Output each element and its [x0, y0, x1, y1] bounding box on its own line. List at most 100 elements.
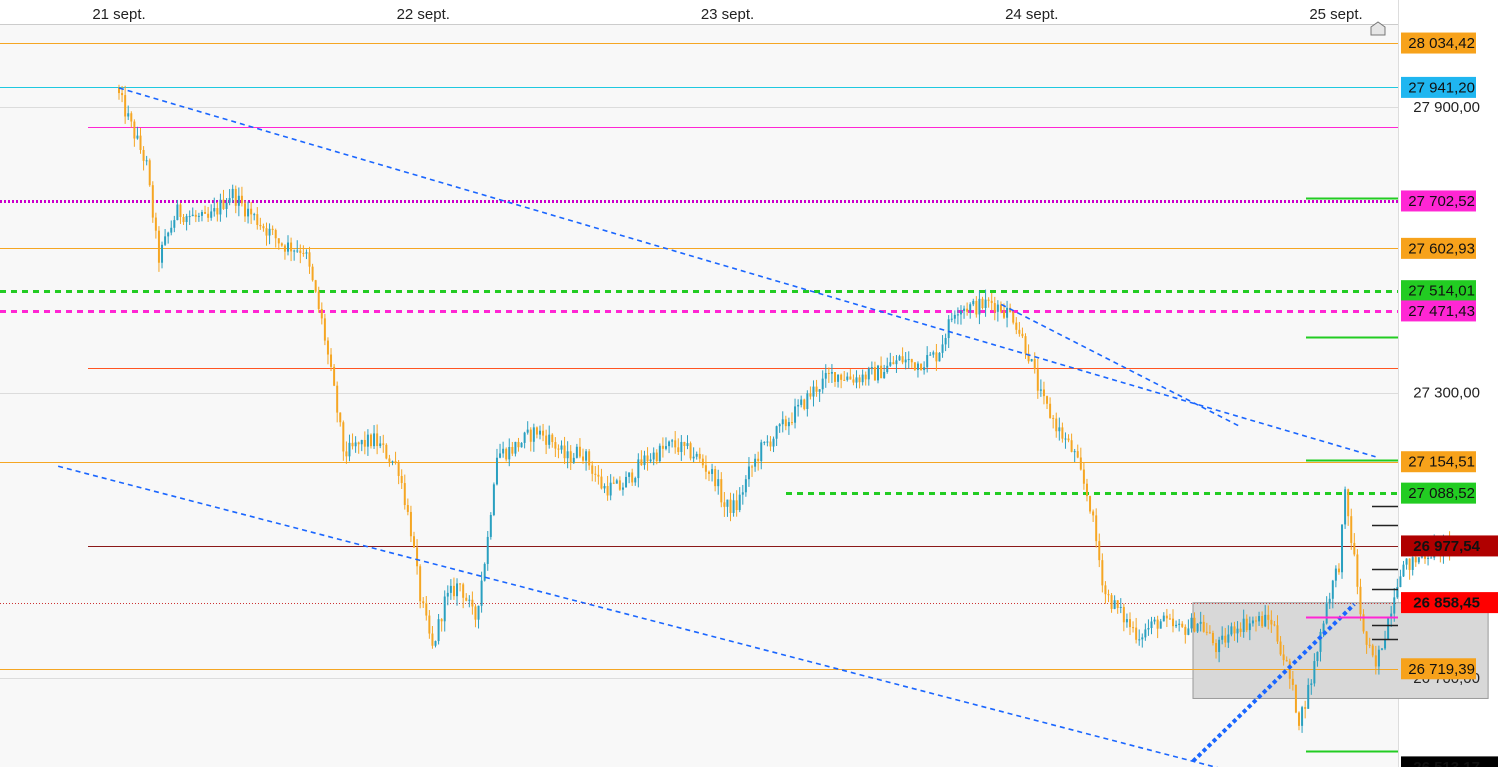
candle-body — [956, 314, 959, 316]
candle-body — [1350, 516, 1353, 543]
candle-body — [1267, 614, 1270, 620]
candle-body — [615, 480, 618, 484]
date-label: 22 sept. — [397, 6, 450, 23]
candle-body — [197, 215, 200, 217]
candle-body — [621, 487, 624, 490]
candle-body — [809, 393, 812, 397]
price-tag-label: 27 702,52 — [1408, 193, 1475, 210]
candle-body — [941, 344, 944, 353]
candle-body — [1242, 618, 1245, 633]
candle-body — [763, 441, 766, 443]
candle-body — [259, 224, 262, 227]
candle-body — [1024, 336, 1027, 354]
candle-body — [1107, 594, 1110, 596]
price-tag-label: 26 719,39 — [1408, 661, 1475, 678]
candle-body — [1168, 618, 1171, 620]
price-tag-label: 26 977,54 — [1413, 538, 1480, 555]
candle-body — [787, 422, 790, 427]
candle-body — [674, 440, 677, 448]
candle-body — [1061, 427, 1064, 439]
candle-body — [769, 441, 772, 447]
candle-body — [600, 476, 603, 489]
candle-body — [136, 135, 139, 139]
candle-body — [969, 304, 972, 312]
candle-body — [265, 228, 268, 236]
candle-body — [545, 435, 548, 445]
candle-body — [886, 365, 889, 372]
candle-body — [689, 443, 692, 459]
candle-body — [320, 308, 323, 319]
date-label: 21 sept. — [92, 6, 145, 23]
candle-body — [133, 121, 136, 139]
candle-body — [213, 208, 216, 212]
candle-body — [188, 216, 191, 218]
candle-body — [1138, 639, 1141, 641]
candle-body — [1393, 597, 1396, 614]
candle-body — [452, 585, 455, 597]
candle-body — [1233, 626, 1236, 634]
candle-body — [474, 606, 477, 620]
candle-body — [1285, 660, 1288, 662]
candle-body — [1211, 633, 1214, 644]
candle-body — [554, 442, 557, 449]
candle-body — [726, 499, 729, 507]
candle-body — [456, 583, 459, 597]
candle-body — [1396, 587, 1399, 598]
home-icon[interactable] — [1370, 21, 1386, 36]
candle-body — [1423, 556, 1426, 559]
candle-body — [895, 360, 898, 365]
candle-body — [305, 252, 308, 254]
candle-body — [314, 280, 317, 292]
candle-body — [1420, 556, 1423, 558]
candle-body — [440, 619, 443, 622]
candle-body — [1064, 438, 1067, 440]
candle-body — [1273, 624, 1276, 626]
candle-body — [640, 459, 643, 466]
candle-body — [852, 379, 855, 383]
candle-body — [1322, 623, 1325, 632]
candle-body — [127, 113, 130, 117]
candle-body — [1018, 329, 1021, 334]
candle-body — [646, 455, 649, 462]
y-axis-label: 27 900,00 — [1413, 99, 1480, 116]
candle-body — [1208, 632, 1211, 634]
candle-body — [1291, 678, 1294, 685]
candle-body — [369, 434, 372, 447]
candle-body — [566, 451, 569, 459]
candle-body — [938, 352, 941, 362]
candle-body — [409, 511, 412, 537]
candle-body — [984, 299, 987, 309]
candle-body — [489, 515, 492, 537]
candle-body — [317, 291, 320, 309]
price-tag-label: 27 941,20 — [1408, 79, 1475, 96]
candle-body — [151, 185, 154, 218]
candle-body — [898, 356, 901, 361]
candle-body — [766, 441, 769, 443]
candle-body — [569, 451, 572, 463]
candle-body — [1288, 661, 1291, 679]
candle-body — [1408, 558, 1411, 570]
candle-body — [526, 429, 529, 433]
candle-body — [207, 213, 210, 218]
candle-body — [1036, 369, 1039, 391]
candle-body — [142, 149, 145, 161]
candle-body — [1205, 631, 1208, 633]
candle-body — [406, 505, 409, 512]
candle-body — [363, 439, 366, 447]
candle-body — [1298, 712, 1301, 726]
candle-body — [1052, 417, 1055, 419]
candle-body — [1307, 684, 1310, 709]
candle-body — [812, 386, 815, 397]
candle-body — [1039, 389, 1042, 391]
candle-body — [1239, 628, 1242, 633]
candle-body — [910, 359, 913, 363]
candle-body — [256, 214, 259, 225]
candle-body — [231, 188, 234, 199]
candle-body — [920, 363, 923, 371]
candle-body — [1368, 644, 1371, 646]
candle-body — [794, 406, 797, 423]
candle-body — [1356, 554, 1359, 587]
candle-body — [990, 300, 993, 304]
candle-body — [778, 424, 781, 427]
candle-body — [240, 195, 243, 204]
